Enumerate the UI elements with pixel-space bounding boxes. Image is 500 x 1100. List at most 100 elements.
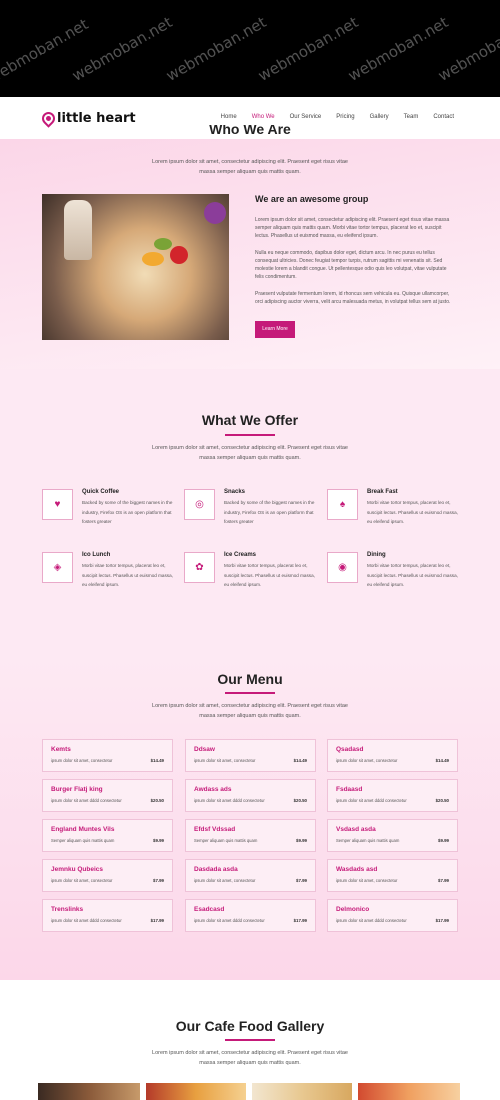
offer-section: What We Offer Lorem ipsum dolor sit amet…	[0, 369, 500, 659]
menu-item-price: $7.99	[438, 878, 449, 883]
menu-item-desc: Semper aliquam quis mattis quam	[51, 838, 115, 843]
menu-card[interactable]: Esadcasd ipsum dolor sit amet dddd consec…	[185, 899, 316, 932]
gallery-title-underline	[225, 1039, 275, 1041]
menu-item-name: Fsdaasd	[336, 786, 363, 793]
watermark: webmoban.net	[163, 13, 270, 85]
menu-item-name: Delmonico	[336, 906, 370, 913]
feature-text: Morbi vitae tortor tempus, placerat leo …	[367, 563, 458, 587]
nav-gallery[interactable]: Gallery	[370, 114, 389, 120]
menu-item-name: Kemts	[51, 746, 71, 753]
gallery-title: Our Cafe Food Gallery	[175, 1018, 325, 1034]
feature-quick-coffee: ♥ Quick Coffee Backed by some of the big…	[42, 489, 182, 529]
menu-card[interactable]: Awdass ads ipsum dolor sit amet dddd cons…	[185, 779, 316, 812]
cup-shape	[64, 200, 92, 260]
menu-item-price: $17.99	[435, 918, 449, 923]
feature-snacks: ◎ Snacks Backed by some of the biggest n…	[184, 489, 324, 529]
menu-card[interactable]: Vsdasd asda Semper aliquam quis mattis qu…	[327, 819, 458, 852]
box-icon: ◈	[42, 552, 73, 583]
menu-card[interactable]: Efdsf Vdssad Semper aliquam quis mattis q…	[185, 819, 316, 852]
fruit-shape	[154, 238, 172, 250]
menu-item-price: $14.49	[150, 758, 164, 763]
menu-item-name: Vsdasd asda	[336, 826, 376, 833]
menu-card[interactable]: Jemnku Qubeics ipsum dolor sit amet, cons…	[42, 859, 173, 892]
menu-card[interactable]: Burger Flatj king ipsum dolor sit amet dd…	[42, 779, 173, 812]
menu-item-desc: ipsum dolor sit amet, consectetur	[336, 758, 398, 763]
menu-item-price: $17.99	[150, 918, 164, 923]
nav-team[interactable]: Team	[404, 114, 419, 120]
menu-card[interactable]: Fsdaasd ipsum dolor sit amet dddd consect…	[327, 779, 458, 812]
logo[interactable]: little heart	[39, 109, 136, 128]
menu-card[interactable]: Kemts ipsum dolor sit amet, consectetur $1…	[42, 739, 173, 772]
nav-who-we[interactable]: Who We	[252, 114, 275, 120]
menu-item-name: Trenslinks	[51, 906, 84, 913]
menu-item-name: Dasdada asda	[194, 866, 238, 873]
menu-card[interactable]: Ddsaw ipsum dolor sit amet, consectetur $1…	[185, 739, 316, 772]
menu-item-desc: ipsum dolor sit amet dddd consectetur	[51, 798, 122, 803]
menu-item-desc: ipsum dolor sit amet dddd consectetur	[336, 798, 407, 803]
gallery-image[interactable]	[146, 1083, 246, 1100]
bell-icon: ♠	[327, 489, 358, 520]
flower-icon: ✿	[184, 552, 215, 583]
menu-item-price: $17.99	[293, 918, 307, 923]
menu-card[interactable]: Dasdada asda ipsum dolor sit amet, consec…	[185, 859, 316, 892]
feature-title: Quick Coffee	[82, 489, 120, 495]
feature-title: Dining	[367, 552, 386, 558]
about-paragraph-2: Nulla eu neque commodo, dapibus dolor eg…	[255, 250, 447, 280]
about-paragraph-1: Lorem ipsum dolor sit amet, consectetur …	[255, 217, 450, 239]
nav-pricing[interactable]: Pricing	[336, 114, 354, 120]
swirl-icon: ◎	[184, 489, 215, 520]
menu-card[interactable]: Qsadasd ipsum dolor sit amet, consectetur…	[327, 739, 458, 772]
menu-item-price: $7.99	[153, 878, 164, 883]
menu-item-desc: ipsum dolor sit amet, consectetur	[194, 758, 256, 763]
nav-home[interactable]: Home	[221, 114, 237, 120]
menu-item-name: Jemnku Qubeics	[51, 866, 104, 873]
feature-break-fast: ♠ Break Fast Morbi vitae tortor tempus, …	[327, 489, 467, 529]
menu-card[interactable]: Trenslinks ipsum dolor sit amet dddd cons…	[42, 899, 173, 932]
feature-text: Morbi vitae tortor tempus, placerat leo …	[224, 563, 315, 587]
gallery-image[interactable]	[358, 1083, 460, 1100]
feature-text: Backed by some of the biggest names in t…	[82, 500, 173, 524]
menu-desc: Lorem ipsum dolor sit amet, consectetur …	[152, 703, 348, 719]
menu-item-name: Wasdads asd	[336, 866, 378, 873]
feature-title: Ico Lunch	[82, 552, 111, 558]
main-nav: Home Who We Our Service Pricing Gallery …	[206, 114, 454, 120]
menu-card[interactable]: England Muntes Vils Semper aliquam quis m…	[42, 819, 173, 852]
menu-item-price: $7.99	[296, 878, 307, 883]
menu-item-desc: ipsum dolor sit amet, consectetur	[194, 878, 256, 883]
menu-item-name: England Muntes Vils	[51, 826, 115, 833]
gallery-desc: Lorem ipsum dolor sit amet, consectetur …	[152, 1050, 348, 1066]
flower-shape	[204, 202, 226, 224]
top-banner: webmoban.net webmoban.net webmoban.net w…	[0, 0, 500, 97]
gallery-image[interactable]	[38, 1083, 140, 1100]
gallery-image[interactable]	[252, 1083, 352, 1100]
menu-item-desc: ipsum dolor sit amet, consectetur	[51, 758, 113, 763]
fruit-shape	[142, 252, 164, 266]
menu-section: Our Menu Lorem ipsum dolor sit amet, con…	[0, 659, 500, 980]
about-title-text: Who We Are	[209, 125, 291, 137]
menu-card[interactable]: Delmonico ipsum dolor sit amet dddd conse…	[327, 899, 458, 932]
menu-item-desc: ipsum dolor sit amet dddd consectetur	[194, 798, 265, 803]
menu-item-desc: ipsum dolor sit amet dddd consectetur	[51, 918, 122, 923]
menu-item-name: Qsadasd	[336, 746, 364, 753]
menu-item-price: $20.50	[150, 798, 164, 803]
watermark: webmoban.net	[255, 13, 362, 85]
nav-contact[interactable]: Contact	[433, 114, 454, 120]
menu-item-price: $14.49	[293, 758, 307, 763]
feature-ico-lunch: ◈ Ico Lunch Morbi vitae tortor tempus, p…	[42, 552, 182, 592]
menu-item-name: Burger Flatj king	[51, 786, 103, 793]
nav-our-service[interactable]: Our Service	[290, 114, 322, 120]
menu-item-name: Awdass ads	[194, 786, 232, 793]
menu-item-desc: ipsum dolor sit amet, consectetur	[51, 878, 113, 883]
heart-icon: ♥	[42, 489, 73, 520]
menu-item-price: $9.99	[296, 838, 307, 843]
menu-item-desc: ipsum dolor sit amet dddd consectetur	[194, 918, 265, 923]
menu-item-desc: Semper aliquam quis mattis quam	[336, 838, 400, 843]
menu-card[interactable]: Wasdads asd ipsum dolor sit amet, consect…	[327, 859, 458, 892]
cherry-shape	[170, 246, 188, 264]
learn-more-button[interactable]: Learn More	[255, 321, 295, 338]
offer-title: What We Offer	[201, 412, 299, 428]
feature-ice-creams: ✿ Ice Creams Morbi vitae tortor tempus, …	[184, 552, 324, 592]
menu-item-name: Ddsaw	[194, 746, 215, 753]
about-title: Who We Are	[0, 125, 500, 139]
menu-title: Our Menu	[217, 671, 283, 687]
